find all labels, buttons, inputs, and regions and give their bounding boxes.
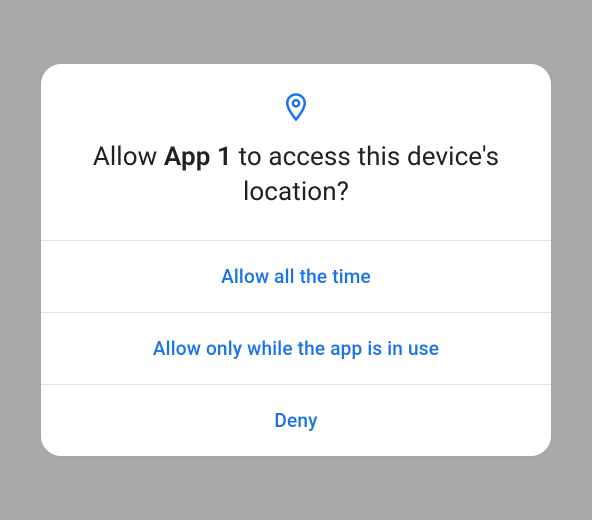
dialog-header: Allow App 1 to access this device's loca… [41, 64, 551, 240]
deny-button[interactable]: Deny [41, 384, 551, 456]
title-suffix: to access this device's location? [232, 142, 499, 207]
permission-dialog: Allow App 1 to access this device's loca… [41, 64, 551, 456]
title-prefix: Allow [93, 142, 164, 172]
dialog-title: Allow App 1 to access this device's loca… [81, 140, 511, 210]
app-name: App 1 [164, 142, 232, 172]
allow-all-time-button[interactable]: Allow all the time [41, 241, 551, 312]
location-pin-icon [81, 92, 511, 122]
dialog-options: Allow all the time Allow only while the … [41, 240, 551, 456]
allow-while-in-use-button[interactable]: Allow only while the app is in use [41, 312, 551, 384]
